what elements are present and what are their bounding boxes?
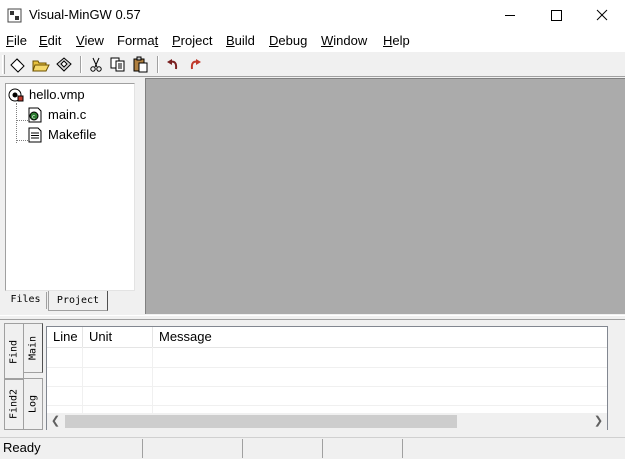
column-header-line[interactable]: Line xyxy=(47,327,83,347)
tab-files[interactable]: Files xyxy=(5,292,47,309)
tree-item-label: main.c xyxy=(48,107,87,122)
title-bar: Visual-MinGW 0.57 xyxy=(0,0,625,31)
new-file-button[interactable] xyxy=(8,55,28,74)
paste-button[interactable] xyxy=(131,55,151,74)
grid-line xyxy=(152,347,153,413)
open-folder-icon xyxy=(32,60,50,72)
mdi-client-area[interactable] xyxy=(145,78,625,314)
tab-main[interactable]: Main xyxy=(23,323,43,373)
open-folder-button[interactable] xyxy=(31,55,51,74)
copy-icon xyxy=(110,57,125,72)
status-panel xyxy=(403,439,625,458)
undo-button[interactable] xyxy=(163,55,183,74)
menu-bar: File Edit View Format Project Build Debu… xyxy=(0,31,625,51)
column-header-message[interactable]: Message xyxy=(153,327,607,347)
svg-text:c: c xyxy=(32,114,35,121)
tab-log-label: Log xyxy=(27,394,39,414)
tab-project[interactable]: Project xyxy=(48,291,108,311)
cut-button[interactable] xyxy=(86,55,106,74)
toolbar xyxy=(0,51,625,77)
tree-connector xyxy=(16,103,17,143)
close-icon xyxy=(596,9,608,21)
menu-help[interactable]: Help xyxy=(383,33,410,48)
toolbar-separator xyxy=(157,56,159,73)
toolbar-separator xyxy=(80,56,82,73)
tab-find2-label: Find2 xyxy=(8,388,20,420)
tab-log[interactable]: Log xyxy=(23,378,43,430)
panel-tabs: Files Project xyxy=(5,291,135,312)
menu-edit[interactable]: Edit xyxy=(39,33,61,48)
project-panel: hello.vmp c main.c Makefile Files Projec… xyxy=(0,78,143,315)
scroll-right-icon[interactable]: ❯ xyxy=(590,413,607,430)
grid-line xyxy=(47,386,607,387)
column-header-unit[interactable]: Unit xyxy=(83,327,153,347)
menu-project[interactable]: Project xyxy=(172,33,212,48)
scrollbar-thumb[interactable] xyxy=(65,415,457,428)
c-source-file-icon: c xyxy=(28,107,42,123)
minimize-button[interactable] xyxy=(487,0,533,31)
grid-line xyxy=(47,367,607,368)
tab-find[interactable]: Find xyxy=(4,323,24,380)
maximize-button[interactable] xyxy=(533,0,579,31)
tree-item-label: Makefile xyxy=(48,127,97,142)
header-divider xyxy=(47,347,607,348)
menu-debug[interactable]: Debug xyxy=(269,33,307,48)
message-list[interactable]: Line Unit Message ❮ ❯ xyxy=(46,326,608,430)
output-panel: Find Main Find2 Log Line Unit Message ❮ … xyxy=(0,320,625,436)
project-icon xyxy=(8,88,24,102)
grid-line xyxy=(47,405,607,406)
save-button[interactable] xyxy=(54,55,74,74)
grid-line xyxy=(82,347,83,413)
menu-file[interactable]: File xyxy=(6,33,27,48)
tab-main-label: Main xyxy=(27,335,39,361)
new-file-icon xyxy=(10,58,25,73)
project-tree[interactable]: hello.vmp c main.c Makefile xyxy=(5,83,135,291)
tree-item-label: hello.vmp xyxy=(29,87,85,102)
status-panel xyxy=(243,439,323,458)
status-panel xyxy=(143,439,243,458)
paste-icon xyxy=(133,56,148,73)
text-file-icon xyxy=(28,127,42,143)
redo-button[interactable] xyxy=(185,55,205,74)
tab-find2[interactable]: Find2 xyxy=(4,378,24,430)
undo-icon xyxy=(167,59,178,70)
toolbar-grip[interactable] xyxy=(2,55,5,74)
horizontal-scrollbar[interactable]: ❮ ❯ xyxy=(47,413,607,430)
save-icon xyxy=(56,57,72,72)
tab-find-label: Find xyxy=(8,339,20,364)
window-title: Visual-MinGW 0.57 xyxy=(29,7,141,22)
redo-icon xyxy=(190,59,201,70)
scroll-left-icon[interactable]: ❮ xyxy=(47,413,64,430)
status-text: Ready xyxy=(0,439,143,458)
menu-window[interactable]: Window xyxy=(321,33,367,48)
menu-build[interactable]: Build xyxy=(226,33,255,48)
cut-icon xyxy=(90,57,102,72)
close-button[interactable] xyxy=(579,0,625,31)
status-panel xyxy=(323,439,403,458)
status-bar: Ready xyxy=(0,437,625,459)
copy-button[interactable] xyxy=(108,55,128,74)
menu-view[interactable]: View xyxy=(76,33,104,48)
app-icon xyxy=(7,8,22,23)
menu-format[interactable]: Format xyxy=(117,33,158,48)
